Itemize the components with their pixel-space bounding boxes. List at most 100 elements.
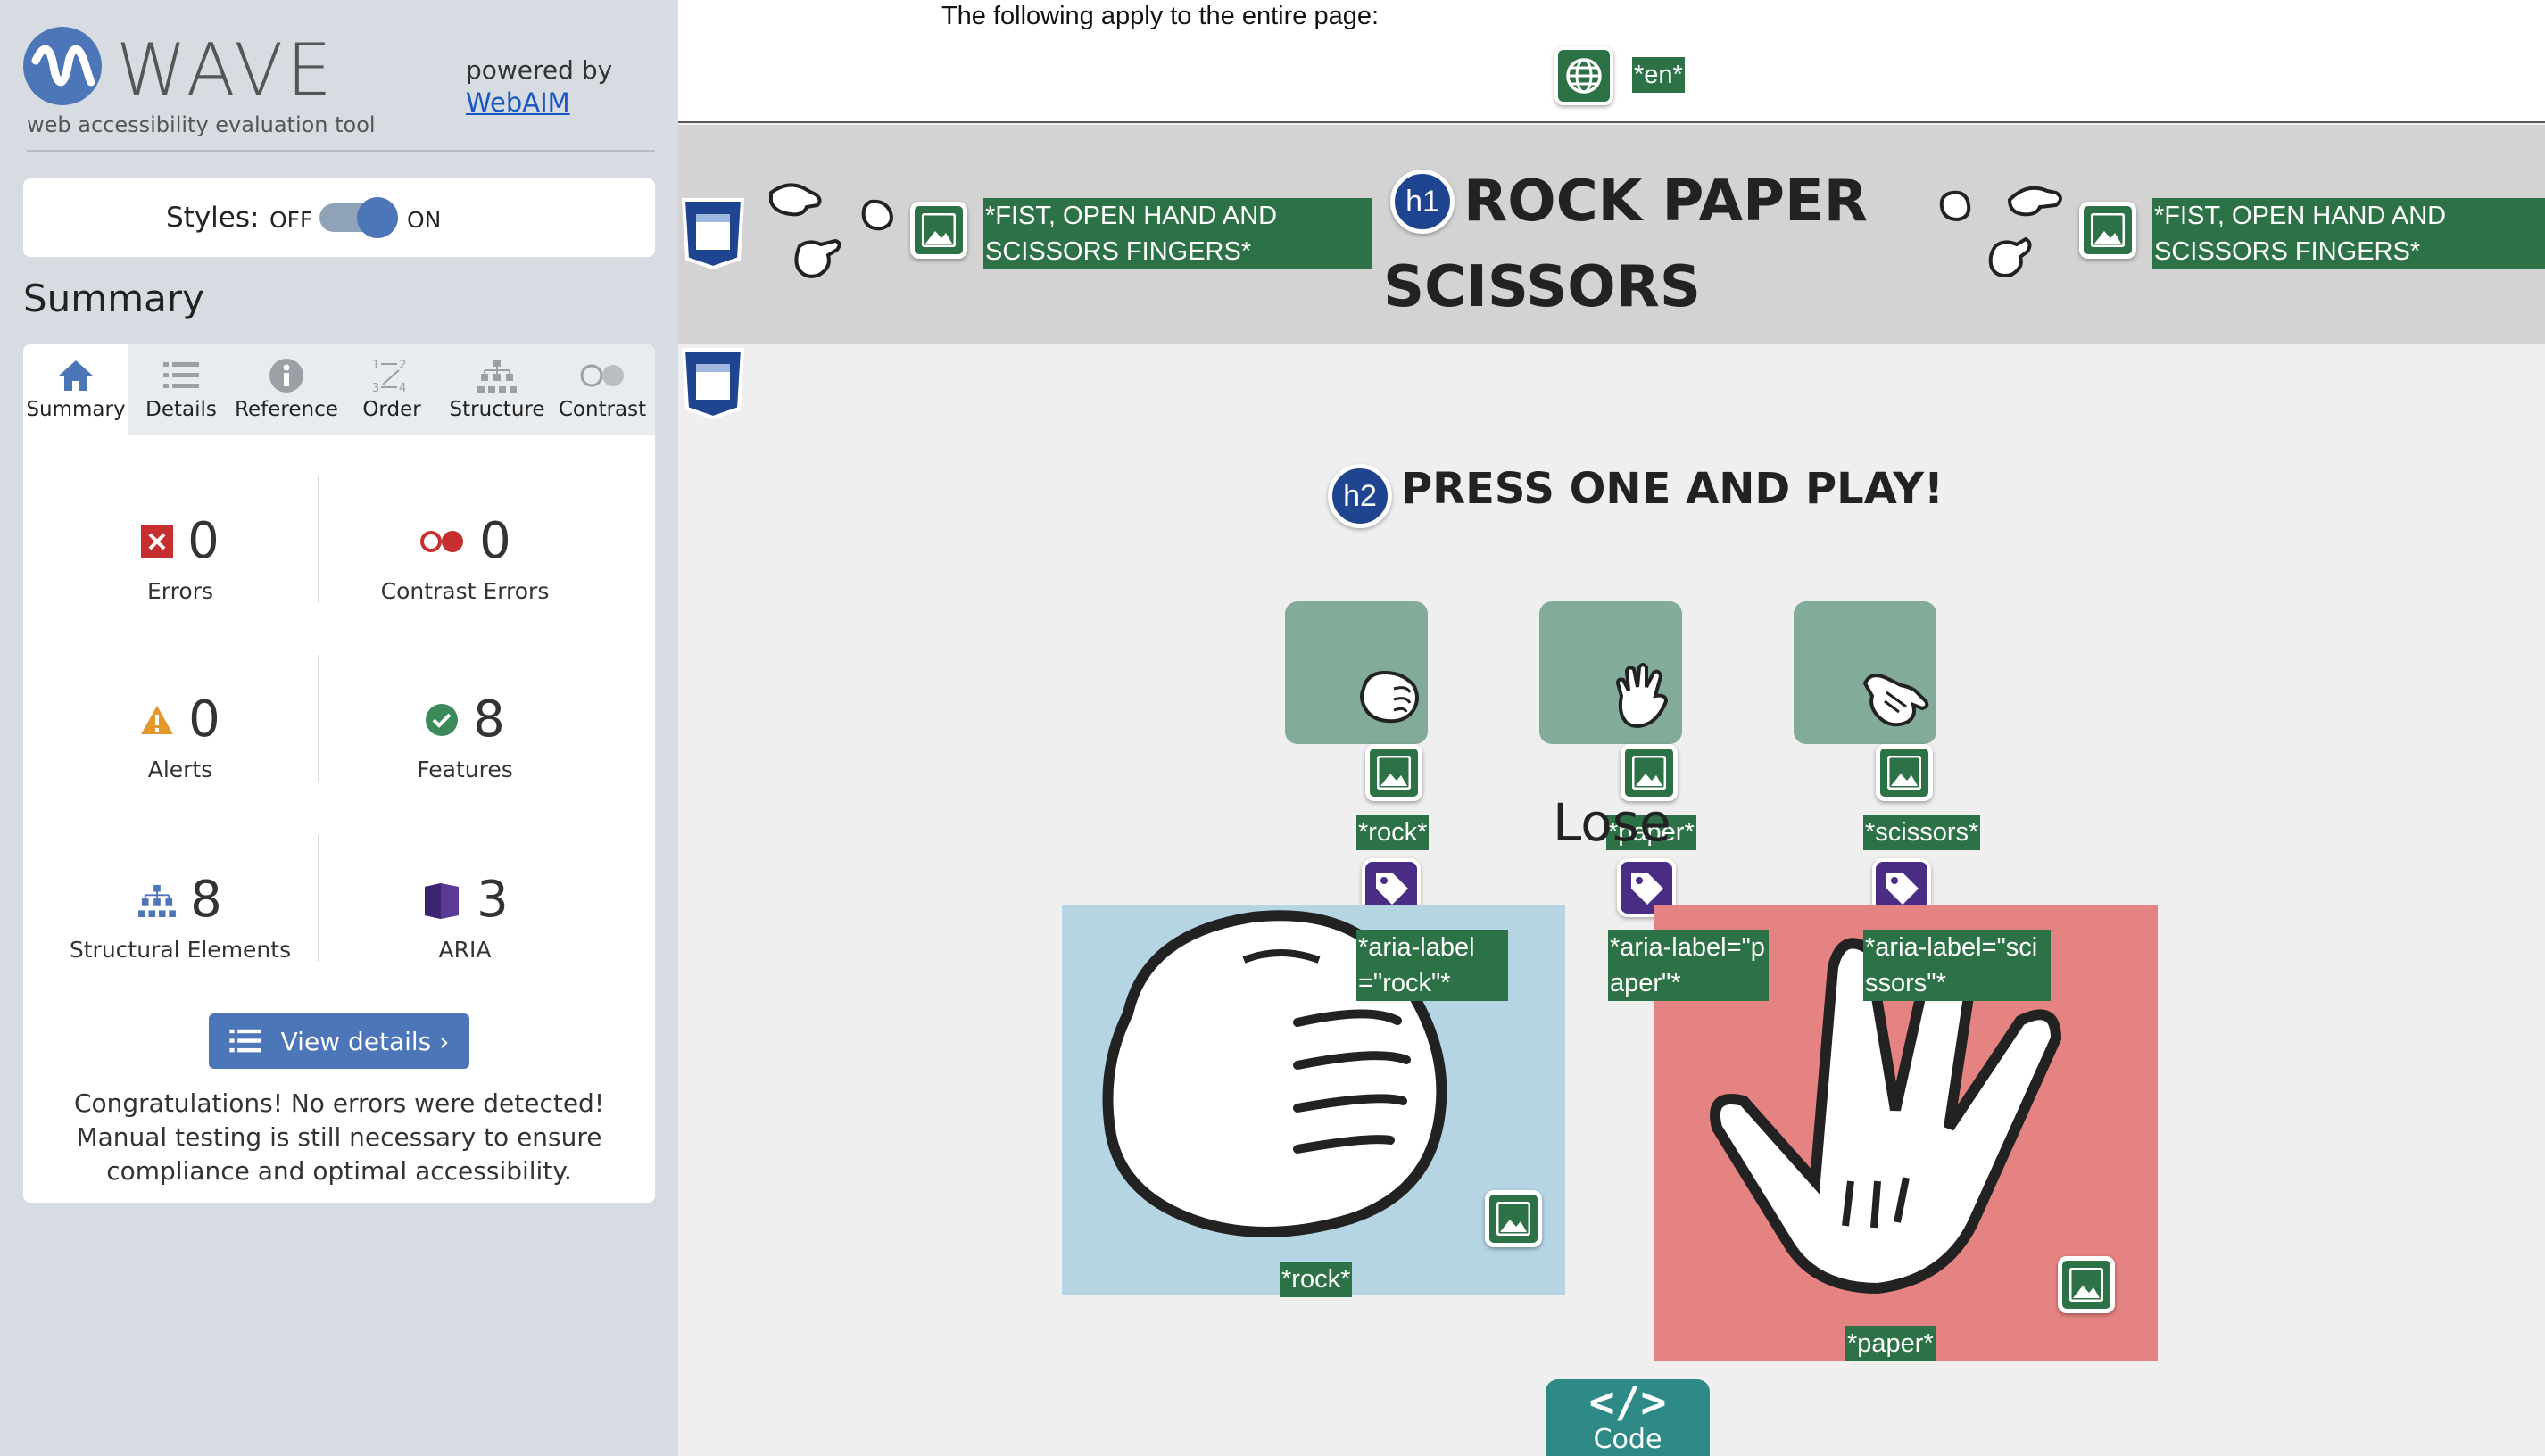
rock-image-icon xyxy=(1365,744,1422,801)
styles-on-label: ON xyxy=(407,207,442,233)
sidebar-divider xyxy=(27,150,655,152)
aria-icon xyxy=(425,883,460,919)
alerts-label: Alerts xyxy=(147,757,213,782)
list-icon xyxy=(228,1029,261,1053)
aria-label: ARIA xyxy=(438,937,492,963)
view-details-label: View details › xyxy=(280,1026,450,1056)
order-icon: 1 2 3 4 xyxy=(372,359,406,395)
player-image-icon xyxy=(1485,1190,1542,1247)
contrast-errors-stat[interactable]: 0 Contrast Errors xyxy=(331,510,599,604)
contrast-icon xyxy=(580,364,624,387)
main-landmark-icon xyxy=(678,346,748,420)
code-icon: </> xyxy=(1588,1377,1667,1427)
press-one-heading: PRESS ONE AND PLAY! xyxy=(1401,464,1944,514)
rock-aria-label-badge: *aria-label="rock"* xyxy=(1356,930,1508,1001)
tab-details[interactable]: Details xyxy=(128,353,234,430)
webaim-link[interactable]: WebAIM xyxy=(466,87,570,118)
header-image-left-icon xyxy=(910,202,967,259)
page-wide-note: The following apply to the entire page: xyxy=(941,2,1380,30)
aria-stat[interactable]: 3 ARIA xyxy=(331,869,599,963)
styles-label: Styles: xyxy=(166,202,260,234)
features-stat[interactable]: 8 Features xyxy=(331,689,599,782)
features-label: Features xyxy=(417,757,513,782)
code-button[interactable]: </> Code xyxy=(1546,1379,1710,1456)
tab-reference[interactable]: Reference xyxy=(234,353,339,430)
tab-summary[interactable]: Summary xyxy=(23,353,128,430)
tab-order[interactable]: 1 2 3 4 Order xyxy=(339,353,444,430)
errors-label: Errors xyxy=(147,578,213,604)
styles-toggle-panel: Styles: OFF ON xyxy=(23,178,655,257)
scissors-aria-label-badge: *aria-label="scissors"* xyxy=(1863,930,2051,1001)
open-hand-icon xyxy=(1615,663,1669,728)
info-icon xyxy=(269,359,303,393)
header-landmark-icon xyxy=(678,196,748,270)
tab-structure[interactable]: Structure xyxy=(444,353,550,430)
structural-stat[interactable]: 8 Structural Elements xyxy=(46,869,314,963)
scissors-image-icon xyxy=(1876,744,1933,801)
header-image-right-icon xyxy=(2079,202,2136,259)
scissors-choice-button[interactable] xyxy=(1794,601,1936,744)
paper-choice-button[interactable] xyxy=(1539,601,1682,744)
errors-count: 0 xyxy=(187,512,220,570)
summary-heading: Summary xyxy=(23,277,204,320)
computer-alt-badge: *paper* xyxy=(1845,1326,1936,1361)
svg-text:3: 3 xyxy=(372,382,379,395)
header-alt-left-badge: *FIST, OPEN HAND AND SCISSORS FINGERS* xyxy=(983,198,1372,269)
language-badge: *en* xyxy=(1632,57,1685,93)
styles-toggle-switch[interactable] xyxy=(319,197,398,238)
tab-reference-label: Reference xyxy=(235,398,338,421)
rock-alt-badge: *rock* xyxy=(1356,815,1430,850)
language-icon xyxy=(1554,46,1613,105)
player-alt-badge: *rock* xyxy=(1280,1262,1353,1297)
page-wide-panel: The following apply to the entire page: … xyxy=(678,0,2545,123)
contrast-errors-label: Contrast Errors xyxy=(380,578,550,604)
powered-by-label: powered by xyxy=(466,55,613,85)
styles-toggle-knob xyxy=(357,197,398,238)
alerts-count: 0 xyxy=(188,691,220,749)
stats-divider-2 xyxy=(318,655,319,782)
header-alt-right-badge: *FIST, OPEN HAND AND SCISSORS FINGERS* xyxy=(2152,198,2545,269)
congratulations-message: Congratulations! No errors were detected… xyxy=(73,1088,605,1186)
structural-elements-icon xyxy=(138,884,177,917)
tab-summary-label: Summary xyxy=(26,398,126,421)
tab-contrast-label: Contrast xyxy=(558,398,647,421)
evaluated-page: The following apply to the entire page: … xyxy=(678,0,2545,1456)
alerts-stat[interactable]: 0 Alerts xyxy=(46,689,314,782)
view-details-button[interactable]: View details › xyxy=(209,1013,469,1069)
wave-tagline: web accessibility evaluation tool xyxy=(27,112,376,137)
structure-icon xyxy=(477,360,517,393)
stats-divider-3 xyxy=(318,835,319,962)
scissors-hand-icon xyxy=(1862,674,1929,727)
home-icon xyxy=(59,360,93,391)
page-title: ROCK PAPER SCISSORS xyxy=(1383,159,1883,330)
stats-divider-1 xyxy=(318,476,319,603)
wave-sidebar: WAVE web accessibility evaluation tool p… xyxy=(0,0,678,1456)
rock-choice-button[interactable] xyxy=(1285,601,1428,744)
feature-check-icon xyxy=(426,704,459,736)
h2-badge-text: h2 xyxy=(1343,478,1377,513)
page-title-line1: ROCK PAPER xyxy=(1463,169,1868,235)
wave-logo-icon[interactable] xyxy=(23,27,102,105)
header-hands-left-icon xyxy=(769,183,893,278)
structural-label: Structural Elements xyxy=(69,937,292,963)
wave-logo-text: WAVE xyxy=(116,29,336,112)
page-title-line2: SCISSORS xyxy=(1383,254,1701,320)
header-hands-right-icon xyxy=(1939,186,2062,277)
computer-image-icon xyxy=(2058,1256,2115,1313)
tab-order-label: Order xyxy=(362,398,421,421)
scissors-alt-badge: *scissors* xyxy=(1863,815,1981,850)
errors-stat[interactable]: 0 Errors xyxy=(46,510,314,604)
tab-details-label: Details xyxy=(145,398,217,421)
features-count: 8 xyxy=(473,691,505,749)
paper-aria-label-badge: *aria-label="paper"* xyxy=(1608,930,1769,1001)
contrast-error-icon xyxy=(420,531,464,552)
list-icon xyxy=(163,362,199,388)
alert-icon xyxy=(141,706,174,734)
error-icon xyxy=(141,525,174,558)
structural-count: 8 xyxy=(190,871,222,929)
styles-off-label: OFF xyxy=(269,207,313,233)
result-text: Lose xyxy=(1553,792,1671,853)
tab-contrast[interactable]: Contrast xyxy=(550,353,655,430)
fist-icon xyxy=(1360,670,1419,724)
svg-text:2: 2 xyxy=(399,359,406,372)
